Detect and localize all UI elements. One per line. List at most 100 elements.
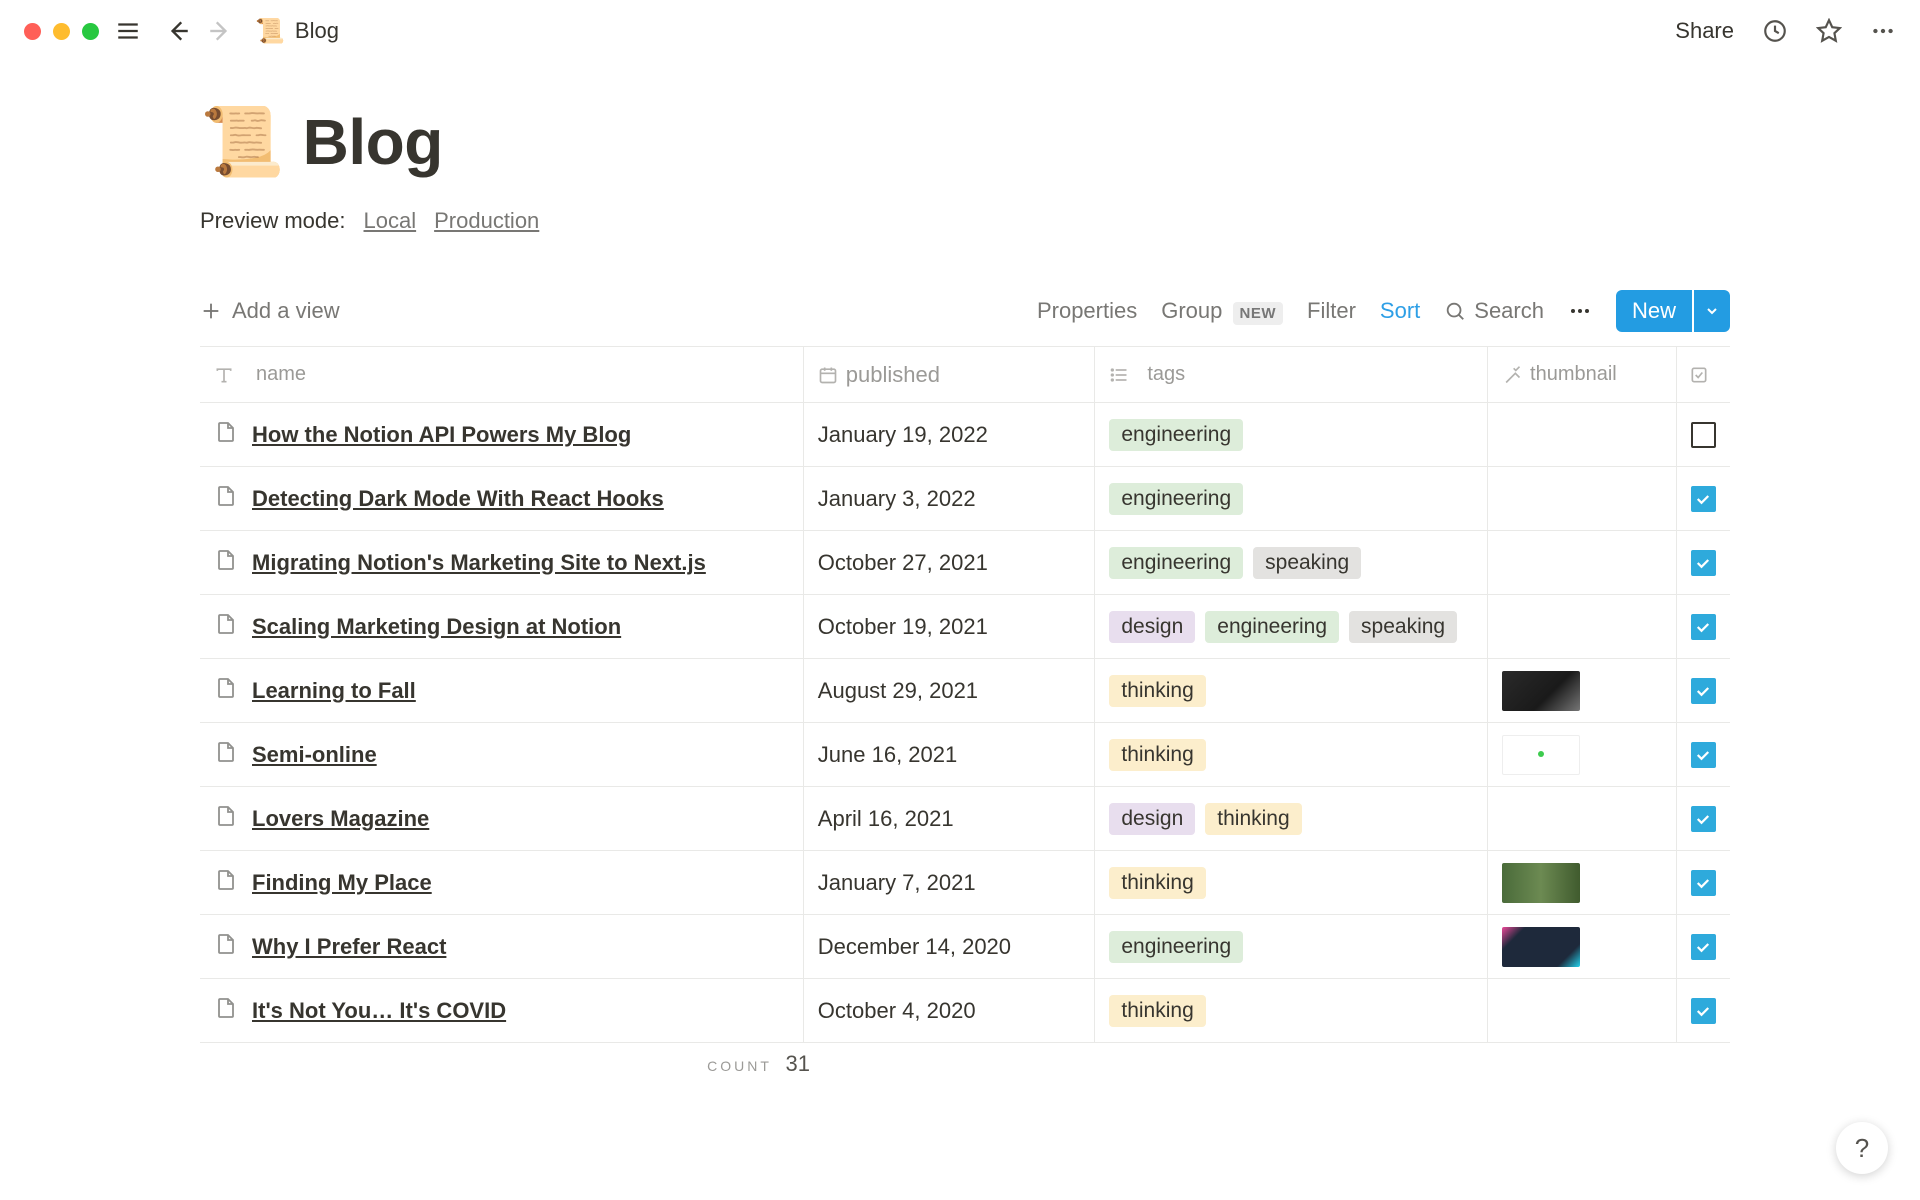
tag-thinking[interactable]: thinking xyxy=(1109,675,1205,707)
tags-cell[interactable]: thinking xyxy=(1095,851,1488,914)
published-cell[interactable]: October 27, 2021 xyxy=(804,531,1096,594)
thumbnail-cell[interactable] xyxy=(1488,467,1677,530)
search-button[interactable]: Search xyxy=(1444,298,1544,324)
tags-cell[interactable]: engineering xyxy=(1095,467,1488,530)
thumbnail-cell[interactable] xyxy=(1488,403,1677,466)
close-window-button[interactable] xyxy=(24,23,41,40)
properties-button[interactable]: Properties xyxy=(1037,298,1137,324)
checkbox[interactable] xyxy=(1691,550,1716,576)
table-row[interactable]: Migrating Notion's Marketing Site to Nex… xyxy=(200,531,1730,595)
published-cell[interactable]: August 29, 2021 xyxy=(804,659,1096,722)
sort-button[interactable]: Sort xyxy=(1380,298,1420,324)
page-title-link[interactable]: Learning to Fall xyxy=(252,678,416,704)
tags-cell[interactable]: thinking xyxy=(1095,723,1488,786)
thumbnail-cell[interactable] xyxy=(1488,659,1677,722)
page-title-link[interactable]: Scaling Marketing Design at Notion xyxy=(252,614,621,640)
nav-forward-icon[interactable] xyxy=(207,18,233,44)
published-cell[interactable]: October 4, 2020 xyxy=(804,979,1096,1042)
breadcrumb[interactable]: 📜 Blog xyxy=(255,17,339,46)
add-view-button[interactable]: Add a view xyxy=(200,298,340,324)
share-button[interactable]: Share xyxy=(1675,18,1734,44)
checkbox[interactable] xyxy=(1691,614,1716,640)
maximize-window-button[interactable] xyxy=(82,23,99,40)
checkbox[interactable] xyxy=(1691,998,1716,1024)
page-title-link[interactable]: Migrating Notion's Marketing Site to Nex… xyxy=(252,550,706,576)
thumbnail-cell[interactable] xyxy=(1488,531,1677,594)
table-row[interactable]: Lovers Magazine April 16, 2021 design thi… xyxy=(200,787,1730,851)
published-cell[interactable]: January 3, 2022 xyxy=(804,467,1096,530)
table-row[interactable]: It's Not You… It's COVID October 4, 2020… xyxy=(200,979,1730,1043)
preview-local-link[interactable]: Local xyxy=(364,208,417,234)
tags-cell[interactable]: thinking xyxy=(1095,659,1488,722)
column-header-name[interactable]: name xyxy=(200,347,804,402)
new-dropdown-icon[interactable] xyxy=(1694,290,1730,332)
column-header-thumbnail[interactable]: thumbnail xyxy=(1488,347,1677,402)
group-button[interactable]: Group NEW xyxy=(1161,298,1283,324)
tag-engineering[interactable]: engineering xyxy=(1109,419,1243,451)
tag-design[interactable]: design xyxy=(1109,611,1195,643)
thumbnail-image[interactable] xyxy=(1502,735,1580,775)
published-cell[interactable]: December 14, 2020 xyxy=(804,915,1096,978)
table-row[interactable]: Detecting Dark Mode With React Hooks Jan… xyxy=(200,467,1730,531)
page-icon[interactable]: 📜 xyxy=(200,102,285,182)
published-cell[interactable]: April 16, 2021 xyxy=(804,787,1096,850)
page-title-link[interactable]: Lovers Magazine xyxy=(252,806,429,832)
tag-engineering[interactable]: engineering xyxy=(1109,931,1243,963)
table-row[interactable]: How the Notion API Powers My Blog Januar… xyxy=(200,403,1730,467)
table-row[interactable]: Finding My Place January 7, 2021 thinkin… xyxy=(200,851,1730,915)
page-title-link[interactable]: How the Notion API Powers My Blog xyxy=(252,422,631,448)
tag-engineering[interactable]: engineering xyxy=(1205,611,1339,643)
checkbox[interactable] xyxy=(1691,870,1716,896)
tag-thinking[interactable]: thinking xyxy=(1109,995,1205,1027)
new-button[interactable]: New xyxy=(1616,290,1692,332)
page-title-link[interactable]: It's Not You… It's COVID xyxy=(252,998,506,1024)
published-cell[interactable]: June 16, 2021 xyxy=(804,723,1096,786)
thumbnail-image[interactable] xyxy=(1502,863,1580,903)
thumbnail-image[interactable] xyxy=(1502,671,1580,711)
page-title-link[interactable]: Semi-online xyxy=(252,742,377,768)
page-title[interactable]: Blog xyxy=(303,105,443,179)
favorite-icon[interactable] xyxy=(1816,18,1842,44)
tags-cell[interactable]: design thinking xyxy=(1095,787,1488,850)
page-title-link[interactable]: Finding My Place xyxy=(252,870,432,896)
tag-speaking[interactable]: speaking xyxy=(1349,611,1457,643)
table-row[interactable]: Scaling Marketing Design at Notion Octob… xyxy=(200,595,1730,659)
tags-cell[interactable]: engineering speaking xyxy=(1095,531,1488,594)
tags-cell[interactable]: design engineering speaking xyxy=(1095,595,1488,658)
preview-production-link[interactable]: Production xyxy=(434,208,539,234)
table-row[interactable]: Learning to Fall August 29, 2021 thinkin… xyxy=(200,659,1730,723)
nav-back-icon[interactable] xyxy=(165,18,191,44)
tag-design[interactable]: design xyxy=(1109,803,1195,835)
thumbnail-cell[interactable] xyxy=(1488,723,1677,786)
tag-thinking[interactable]: thinking xyxy=(1205,803,1301,835)
tag-thinking[interactable]: thinking xyxy=(1109,867,1205,899)
column-header-published[interactable]: published xyxy=(804,347,1096,402)
checkbox[interactable] xyxy=(1691,678,1716,704)
thumbnail-cell[interactable] xyxy=(1488,595,1677,658)
thumbnail-cell[interactable] xyxy=(1488,851,1677,914)
checkbox[interactable] xyxy=(1691,742,1716,768)
published-cell[interactable]: January 7, 2021 xyxy=(804,851,1096,914)
more-icon[interactable] xyxy=(1870,18,1896,44)
thumbnail-cell[interactable] xyxy=(1488,979,1677,1042)
checkbox[interactable] xyxy=(1691,422,1716,448)
published-cell[interactable]: January 19, 2022 xyxy=(804,403,1096,466)
checkbox[interactable] xyxy=(1691,934,1716,960)
updates-icon[interactable] xyxy=(1762,18,1788,44)
column-header-tags[interactable]: tags xyxy=(1095,347,1488,402)
thumbnail-cell[interactable] xyxy=(1488,787,1677,850)
filter-button[interactable]: Filter xyxy=(1307,298,1356,324)
thumbnail-image[interactable] xyxy=(1502,927,1580,967)
sidebar-toggle-icon[interactable] xyxy=(115,18,141,44)
help-button[interactable]: ? xyxy=(1836,1122,1888,1174)
tags-cell[interactable]: thinking xyxy=(1095,979,1488,1042)
tag-speaking[interactable]: speaking xyxy=(1253,547,1361,579)
tags-cell[interactable]: engineering xyxy=(1095,915,1488,978)
minimize-window-button[interactable] xyxy=(53,23,70,40)
page-title-link[interactable]: Detecting Dark Mode With React Hooks xyxy=(252,486,664,512)
checkbox[interactable] xyxy=(1691,806,1716,832)
tag-engineering[interactable]: engineering xyxy=(1109,483,1243,515)
tag-engineering[interactable]: engineering xyxy=(1109,547,1243,579)
page-title-link[interactable]: Why I Prefer React xyxy=(252,934,446,960)
table-row[interactable]: Why I Prefer React December 14, 2020 eng… xyxy=(200,915,1730,979)
